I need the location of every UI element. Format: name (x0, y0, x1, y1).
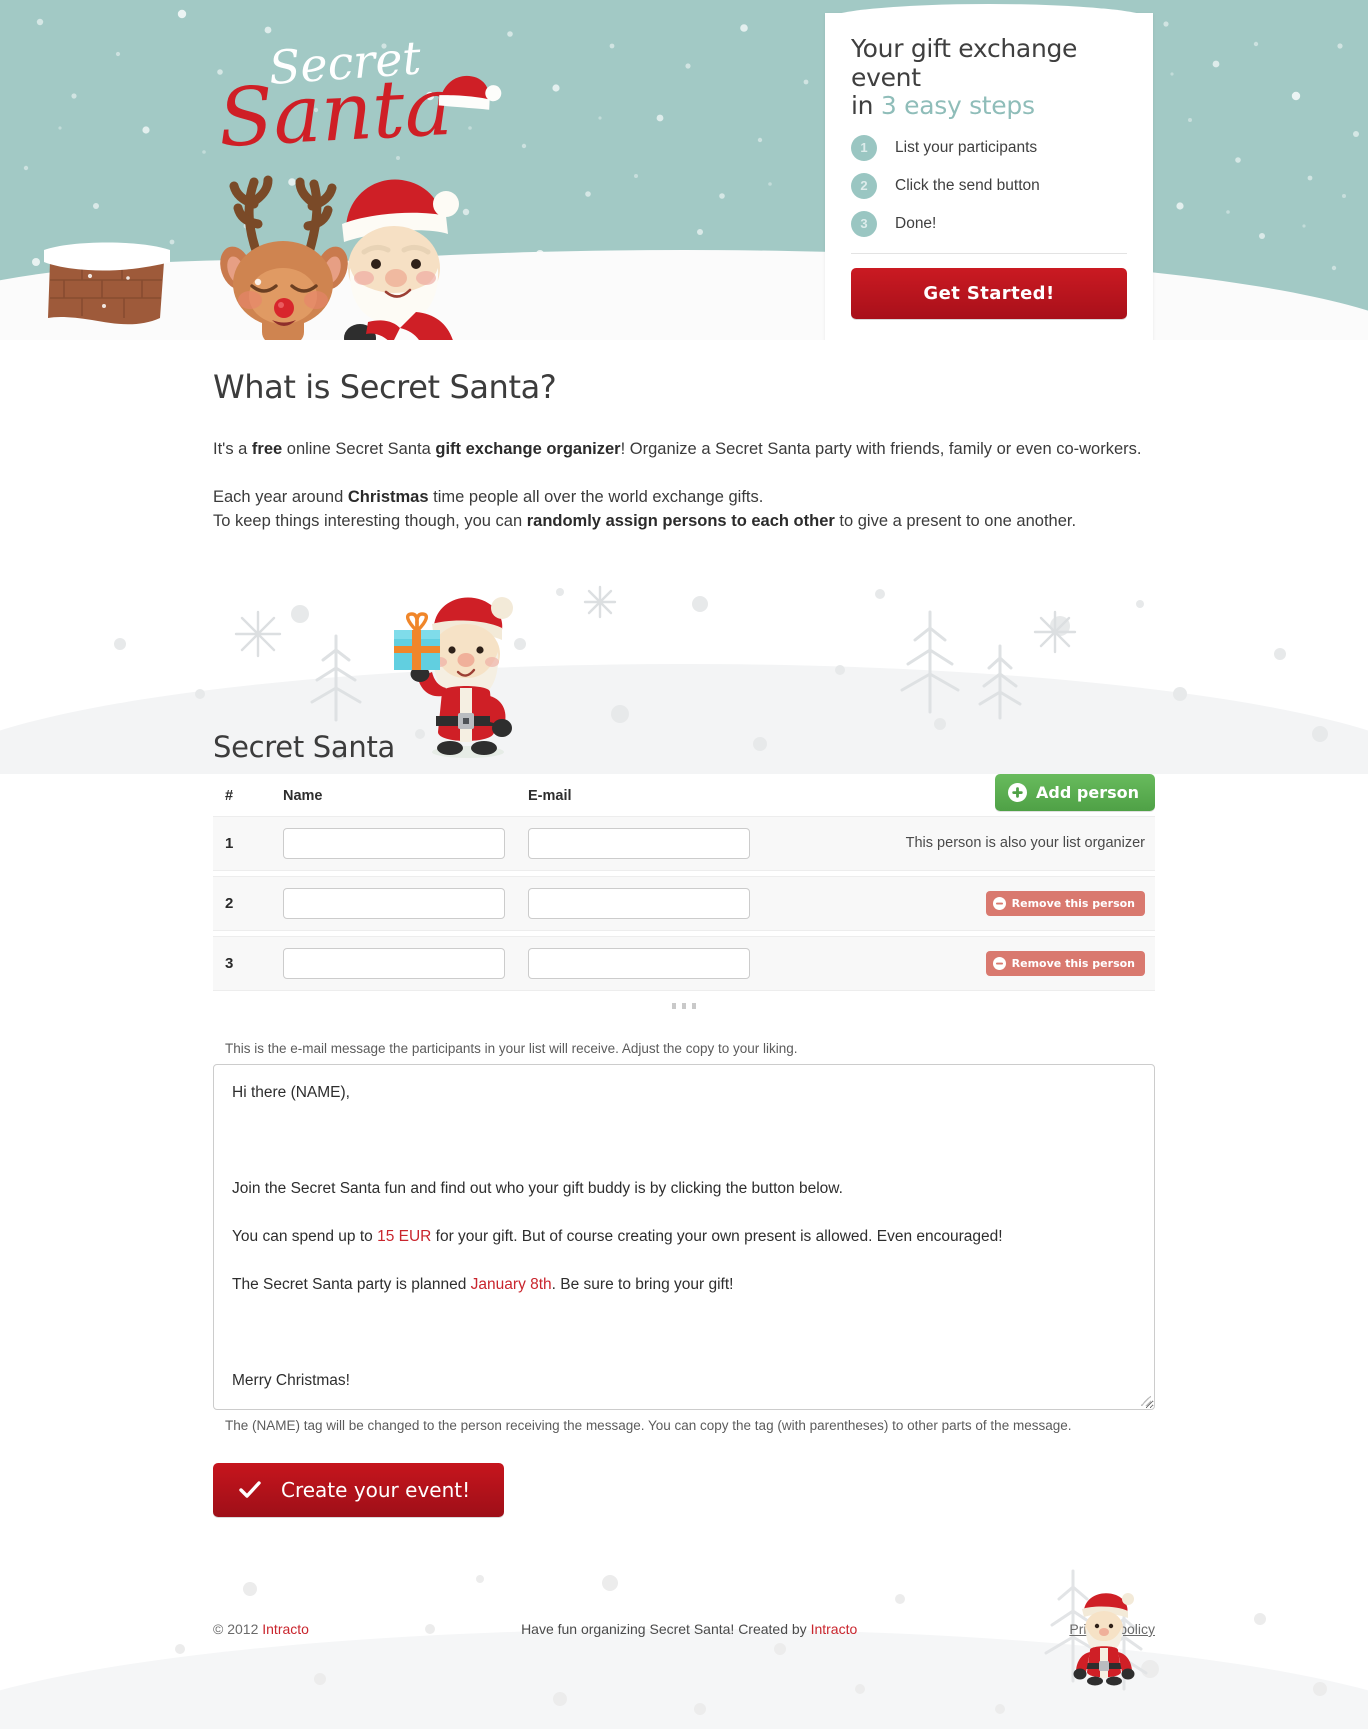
create-event-label: Create your event! (281, 1477, 471, 1502)
email-message-textarea[interactable]: Hi there (NAME), Join the Secret Santa f… (213, 1063, 1155, 1410)
intro-p2-a: Each year around (213, 487, 348, 506)
expand-rows-handle[interactable] (213, 996, 1155, 1013)
msg-party-a: The Secret Santa party is planned (232, 1275, 471, 1293)
intro-p2-f: to give a present to one another. (834, 511, 1077, 530)
intro-p1-a: It's a (213, 440, 252, 458)
gift-box-icon (394, 612, 440, 670)
participants-table: Add person # Name E-mail 1 This person i… (213, 773, 1155, 1013)
step-item-2: 2 Click the send button (851, 172, 1127, 199)
remove-label: Remove this person (1011, 956, 1135, 970)
msg-line-join: Join the Secret Santa fun and find out w… (232, 1179, 843, 1197)
intro-p1-organizer: gift exchange organizer (435, 440, 621, 458)
step-number-1: 1 (851, 134, 877, 161)
footer-tagline: Have fun organizing Secret Santa! Create… (309, 1621, 1069, 1637)
snow-scene-band: Secret Santa (0, 573, 1368, 774)
handle-dot (682, 1002, 686, 1009)
row-number: 3 (225, 954, 234, 972)
email-input-3[interactable] (528, 947, 750, 979)
msg-party-b: . Be sure to bring your gift! (551, 1275, 734, 1293)
msg-party-date: January 8th (470, 1275, 552, 1293)
step-item-3: 3 Done! (851, 210, 1127, 237)
add-person-label: Add person (1036, 782, 1139, 802)
row-number: 2 (225, 894, 234, 912)
organizer-note: This person is also your list organizer (905, 835, 1145, 852)
intro-p2-christmas: Christmas (347, 487, 429, 506)
step-item-1: 1 List your participants (851, 134, 1127, 161)
email-input-1[interactable] (528, 827, 750, 859)
name-input-3[interactable] (283, 947, 505, 979)
remove-label: Remove this person (1011, 896, 1135, 910)
intro-p1-c: online Secret Santa (282, 440, 436, 458)
site-logo[interactable]: Secret Santa (210, 26, 510, 166)
checkmark-icon (239, 1481, 261, 1498)
santa-peeking-illustration (330, 172, 465, 340)
footer-hill (0, 1628, 1368, 1729)
card-divider (851, 252, 1127, 254)
msg-line-party: The Secret Santa party is planned Januar… (232, 1273, 1136, 1297)
create-event-button[interactable]: Create your event! (213, 1462, 505, 1517)
steps-title-line2-prefix: in (851, 91, 874, 120)
minus-circle-icon (992, 896, 1006, 910)
intracto-link-copyright[interactable]: Intracto (262, 1621, 309, 1637)
msg-spend-amount: 15 EUR (377, 1227, 432, 1245)
intro-section: What is Secret Santa? It's a free online… (213, 340, 1155, 534)
step-number-2: 2 (851, 172, 877, 199)
intro-p1-free: free (251, 440, 283, 458)
hero-banner: Secret Santa Your gift exchange event in… (0, 0, 1368, 340)
step-label-1: List your participants (895, 138, 1038, 156)
copyright-prefix: © 2012 (213, 1620, 263, 1637)
table-row: 3 Remove this person (213, 935, 1155, 991)
get-started-button[interactable]: Get Started! (851, 267, 1127, 319)
intro-p2-c: time people all over the world exchange … (428, 487, 764, 506)
footer-copyright: © 2012 Intracto (213, 1621, 309, 1637)
add-person-button[interactable]: Add person (995, 773, 1155, 811)
handle-dot (692, 1002, 697, 1009)
steps-title-line1: Your gift exchange event (851, 34, 1078, 92)
intro-p2-d: To keep things interesting though, you c… (213, 511, 527, 530)
msg-line-spend: You can spend up to 15 EUR for your gift… (232, 1225, 1136, 1249)
name-input-1[interactable] (283, 827, 505, 859)
msg-blank-1 (232, 1129, 1136, 1153)
step-label-2: Click the send button (895, 176, 1040, 194)
steps-card-title: Your gift exchange event in 3 easy steps (851, 34, 1127, 121)
plus-circle-icon (1008, 782, 1028, 802)
msg-line-greeting: Hi there (NAME), (232, 1083, 350, 1101)
intro-p1-e: ! Organize a Secret Santa party with fri… (620, 440, 1142, 458)
msg-spend-b: for your gift. But of course creating yo… (431, 1227, 1003, 1245)
steps-card: Your gift exchange event in 3 easy steps… (825, 4, 1153, 340)
header-name: Name (283, 787, 323, 804)
page-title: What is Secret Santa? (213, 368, 557, 406)
remove-person-button-3[interactable]: Remove this person (985, 950, 1145, 976)
message-help-below: The (NAME) tag will be changed to the pe… (225, 1417, 1072, 1433)
santa-with-gift-illustration (390, 592, 530, 767)
row-number: 1 (225, 834, 234, 852)
scene-hill (0, 663, 1368, 774)
table-row: 2 Remove this person (213, 875, 1155, 931)
header-number: # (225, 787, 234, 804)
table-row: 1 This person is also your list organize… (213, 815, 1155, 871)
remove-person-button-2[interactable]: Remove this person (985, 890, 1145, 916)
msg-spend-a: You can spend up to (232, 1227, 378, 1245)
msg-blank-2 (232, 1321, 1136, 1345)
msg-line-closing: Merry Christmas! (232, 1371, 350, 1389)
minus-circle-icon (992, 956, 1006, 970)
intro-paragraph-1: It's a free online Secret Santa gift exc… (213, 438, 1155, 462)
header-email: E-mail (528, 787, 572, 804)
footer-santa-illustration (1066, 1590, 1136, 1691)
step-number-3: 3 (851, 210, 877, 237)
intro-paragraph-2: Each year around Christmas time people a… (213, 486, 1155, 534)
intro-p2-randomly: randomly assign persons to each other (526, 511, 835, 530)
handle-dot (671, 1002, 676, 1009)
email-input-2[interactable] (528, 887, 750, 919)
footer-middle-text: Have fun organizing Secret Santa! Create… (521, 1620, 811, 1637)
page-footer: © 2012 Intracto Have fun organizing Secr… (0, 1558, 1368, 1729)
intracto-link-credit[interactable]: Intracto (811, 1621, 858, 1637)
chimney-illustration (42, 232, 172, 337)
scene-title: Secret Santa (213, 729, 396, 764)
step-label-3: Done! (895, 214, 937, 232)
logo-text-santa: Santa (216, 60, 454, 165)
steps-title-accent: 3 easy steps (880, 91, 1035, 120)
name-input-2[interactable] (283, 887, 505, 919)
message-help-above: This is the e-mail message the participa… (225, 1040, 798, 1056)
